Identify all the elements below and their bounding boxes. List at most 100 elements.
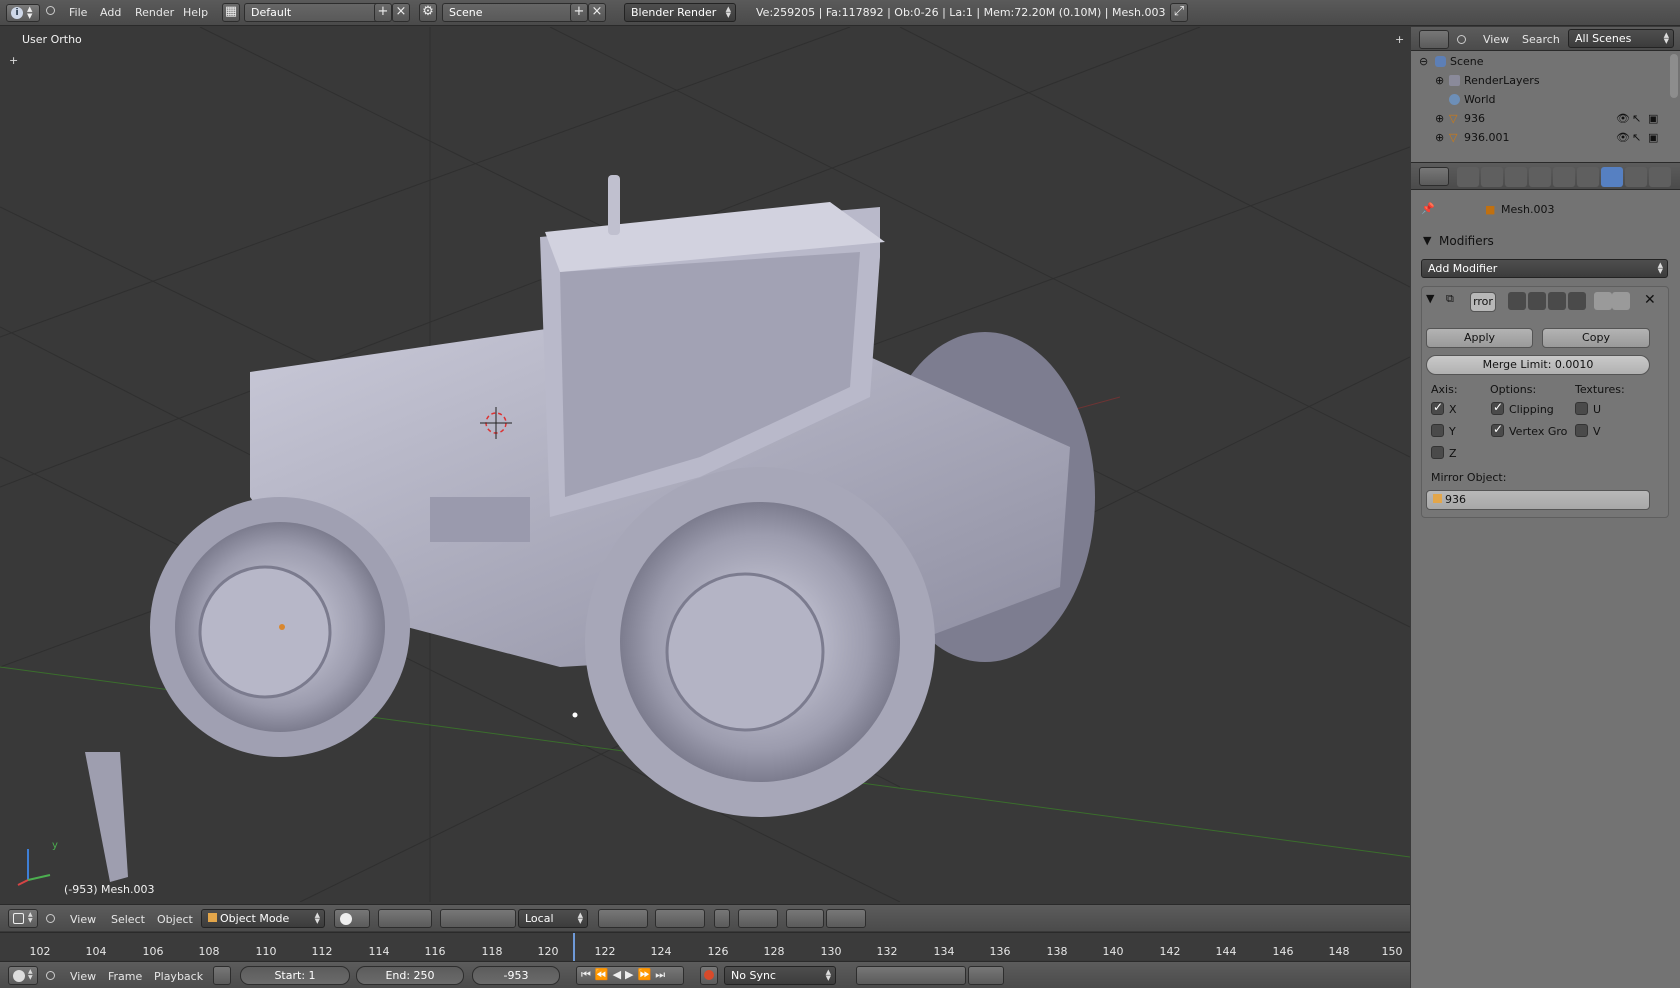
editor-type-button[interactable]: ▲ ▼ <box>8 909 38 928</box>
visibility-eye-icon[interactable]: 👁 <box>1616 109 1630 128</box>
select-arrow-icon[interactable]: ↖ <box>1632 109 1641 128</box>
collapse-menu-icon[interactable] <box>46 971 55 980</box>
current-frame-field[interactable]: -953 <box>472 966 560 985</box>
on-cage-icon[interactable] <box>1568 292 1586 310</box>
outliner[interactable]: View Search All Scenes ▲ ▼ ⊖ Scene ⊕ Rend… <box>1411 27 1680 160</box>
editor-type-button[interactable]: i ▲ ▼ <box>6 4 40 22</box>
object-tab-icon[interactable] <box>1553 167 1575 187</box>
menu-frame[interactable]: Frame <box>108 970 142 983</box>
menu-help[interactable]: Help <box>183 6 208 19</box>
render-layers-tab-icon[interactable] <box>1481 167 1503 187</box>
layers-right-grid[interactable] <box>655 909 705 928</box>
add-modifier-dropdown[interactable]: Add Modifier ▲ ▼ <box>1421 259 1668 278</box>
copy-button[interactable]: Copy <box>1542 328 1650 348</box>
menu-view[interactable]: View <box>1483 33 1509 46</box>
menu-render[interactable]: Render <box>135 6 174 19</box>
move-down-icon[interactable] <box>1612 292 1630 310</box>
material-tab-icon[interactable] <box>1649 167 1671 187</box>
sync-dropdown[interactable]: No Sync ▲ ▼ <box>724 966 836 985</box>
data-tab-icon[interactable] <box>1625 167 1647 187</box>
keying-set-field[interactable] <box>856 966 966 985</box>
vertex-group-checkbox[interactable] <box>1491 422 1504 437</box>
current-frame-marker[interactable] <box>573 933 575 961</box>
menu-add[interactable]: Add <box>100 6 121 19</box>
render-camera-icon[interactable]: ▣ <box>1648 128 1658 147</box>
pivot-point-dropdown[interactable] <box>378 909 432 928</box>
axis-z-checkbox[interactable] <box>1431 446 1444 459</box>
outliner-scrollbar[interactable] <box>1670 54 1678 98</box>
collapse-arrow-icon[interactable]: ▼ <box>1426 292 1434 305</box>
transform-orientation-dropdown[interactable]: Local ▲ ▼ <box>518 909 588 928</box>
clipping-checkbox[interactable] <box>1491 400 1504 415</box>
delete-layout-button[interactable]: × <box>392 3 410 22</box>
scene-tab-icon[interactable] <box>1505 167 1527 187</box>
render-camera-icon[interactable] <box>1508 292 1526 310</box>
expand-icon[interactable]: ⊕ <box>1435 71 1444 90</box>
editor-type-button[interactable] <box>1419 167 1449 186</box>
editor-type-button[interactable]: ▲ ▼ <box>8 966 38 985</box>
collapse-menu-icon[interactable] <box>1457 35 1466 44</box>
visibility-eye-icon[interactable]: 👁 <box>1616 128 1630 147</box>
outliner-row-world[interactable]: World <box>1411 90 1669 109</box>
scene-field[interactable]: Scene <box>442 3 576 22</box>
manipulator-buttons[interactable] <box>440 909 516 928</box>
expand-icon[interactable]: ⊖ <box>1419 52 1428 71</box>
move-up-icon[interactable] <box>1594 292 1612 310</box>
fullscreen-toggle-icon[interactable]: ⤢ <box>1170 3 1188 22</box>
layers-left-grid[interactable] <box>598 909 648 928</box>
close-icon[interactable]: ✕ <box>1644 292 1656 308</box>
add-scene-button[interactable]: + <box>570 3 588 22</box>
outliner-row-scene[interactable]: ⊖ Scene <box>1411 52 1669 71</box>
mirror-object-field[interactable]: 936 <box>1426 490 1650 510</box>
screen-layout-field[interactable]: Default <box>244 3 380 22</box>
3d-viewport[interactable]: User Ortho + + y (-953) Mesh.003 <box>0 27 1410 902</box>
end-frame-field[interactable]: End: 250 <box>356 966 464 985</box>
collapse-arrow-icon[interactable]: ▼ <box>1423 234 1431 247</box>
world-tab-icon[interactable] <box>1529 167 1551 187</box>
collapse-menu-icon[interactable] <box>46 6 55 15</box>
add-layout-button[interactable]: + <box>374 3 392 22</box>
render-preview-icon[interactable] <box>826 909 866 928</box>
axis-y-checkbox[interactable] <box>1431 424 1444 437</box>
properties-toggle-icon[interactable]: + <box>1395 33 1404 46</box>
select-arrow-icon[interactable]: ↖ <box>1632 128 1641 147</box>
snap-icon[interactable] <box>786 909 824 928</box>
scene-icon[interactable]: ⚙ <box>419 3 437 22</box>
menu-object[interactable]: Object <box>157 913 193 926</box>
record-button[interactable] <box>700 966 718 985</box>
menu-search[interactable]: Search <box>1522 33 1560 46</box>
screen-layout-icon[interactable]: ▦ <box>222 3 240 22</box>
pin-icon[interactable]: 📌 <box>1421 202 1435 215</box>
editor-type-button[interactable] <box>1419 30 1449 49</box>
expand-icon[interactable]: ⊕ <box>1435 109 1444 128</box>
menu-select[interactable]: Select <box>111 913 145 926</box>
render-camera-icon[interactable]: ▣ <box>1648 109 1658 128</box>
merge-limit-field[interactable]: Merge Limit: 0.0010 <box>1426 355 1650 375</box>
preview-range-icon[interactable] <box>213 966 231 985</box>
apply-button[interactable]: Apply <box>1426 328 1533 348</box>
outliner-row-object[interactable]: ⊕ ▽ 936.001 👁 ↖ ▣ <box>1411 128 1669 147</box>
modifiers-tab-icon[interactable] <box>1601 167 1623 187</box>
timeline-ruler[interactable]: 102 104 106 108 110 112 114 116 118 120 … <box>0 932 1410 961</box>
render-tab-icon[interactable] <box>1457 167 1479 187</box>
texture-v-checkbox[interactable] <box>1575 424 1588 437</box>
axis-x-checkbox[interactable] <box>1431 400 1444 415</box>
keyframe-insert-buttons[interactable] <box>968 966 1004 985</box>
collapse-menu-icon[interactable] <box>46 914 55 923</box>
viewport-shading-dropdown[interactable] <box>334 909 370 928</box>
menu-view[interactable]: View <box>70 913 96 926</box>
menu-file[interactable]: File <box>69 6 87 19</box>
lock-layers-icon[interactable] <box>714 909 730 928</box>
toolshelf-toggle-icon[interactable]: + <box>9 54 18 67</box>
modifier-name-field[interactable]: rror <box>1470 292 1496 312</box>
outliner-row-renderlayers[interactable]: ⊕ RenderLayers <box>1411 71 1669 90</box>
menu-playback[interactable]: Playback <box>154 970 203 983</box>
constraints-tab-icon[interactable] <box>1577 167 1599 187</box>
texture-u-checkbox[interactable] <box>1575 402 1588 415</box>
visibility-eye-icon[interactable] <box>1528 292 1546 310</box>
expand-icon[interactable]: ⊕ <box>1435 128 1444 147</box>
delete-scene-button[interactable]: × <box>588 3 606 22</box>
tractor-mesh[interactable] <box>85 175 1095 882</box>
mode-dropdown[interactable]: Object Mode ▲ ▼ <box>201 909 325 928</box>
render-engine-dropdown[interactable]: Blender Render ▲ ▼ <box>624 3 736 22</box>
